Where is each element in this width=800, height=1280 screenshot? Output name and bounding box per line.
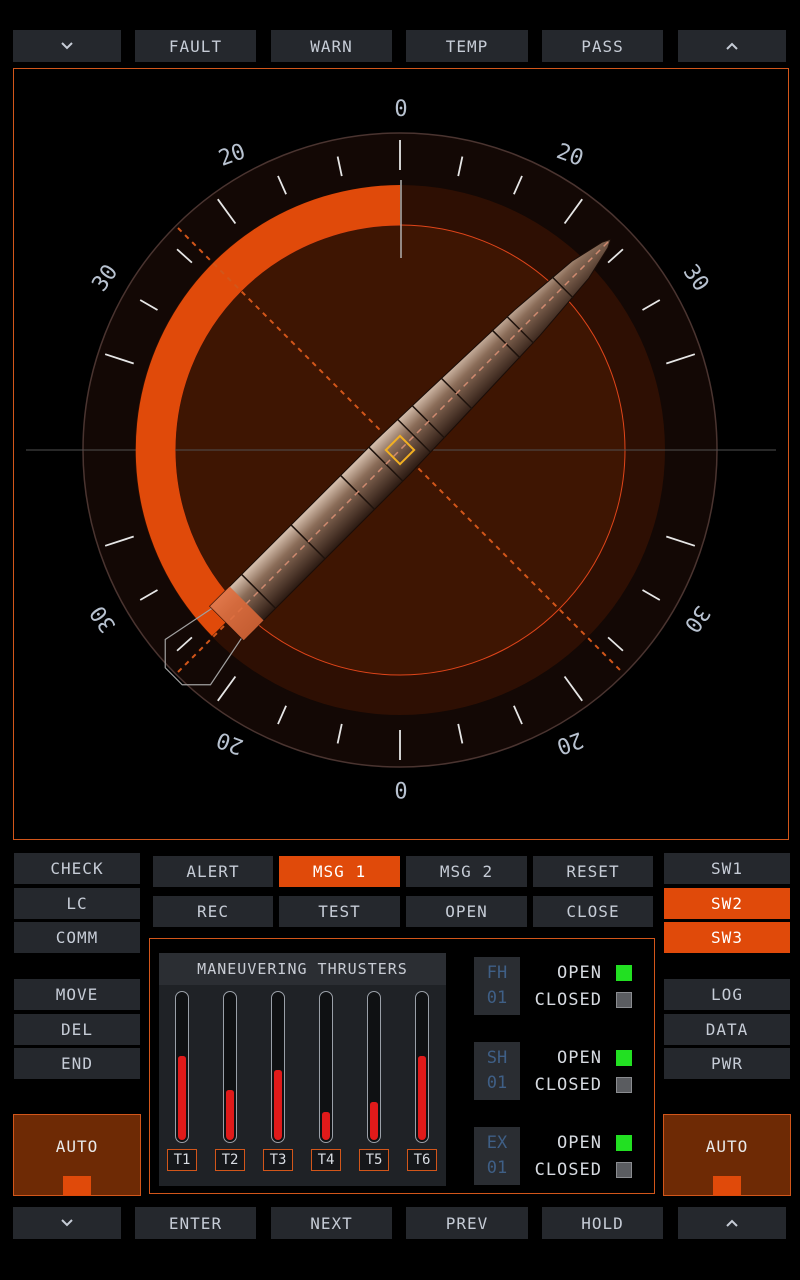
valve-fh01-open-led <box>616 965 632 981</box>
valve-ex01-closed-label: CLOSED <box>534 1160 602 1180</box>
gauge-label-20-tl: 20 <box>215 139 248 172</box>
auto-right-indicator <box>713 1176 741 1196</box>
log-button[interactable]: LOG <box>664 979 790 1010</box>
gauge-label-top: 0 <box>394 97 407 122</box>
reset-button[interactable]: RESET <box>533 856 653 887</box>
del-button[interactable]: DEL <box>14 1014 140 1045</box>
thruster-label-t1: T1 <box>167 1149 197 1171</box>
thruster-gauge-t4 <box>319 991 333 1143</box>
auto-left-button[interactable]: AUTO <box>13 1114 141 1196</box>
close-button[interactable]: CLOSE <box>533 896 653 927</box>
thruster-gauge-t3 <box>271 991 285 1143</box>
scroll-up-right-bottom-button[interactable] <box>678 1207 786 1239</box>
auto-left-indicator <box>63 1176 91 1196</box>
comm-button[interactable]: COMM <box>14 922 140 953</box>
chevron-down-icon <box>61 1219 73 1227</box>
auto-left-label: AUTO <box>55 1137 99 1156</box>
valve-ex01-open-led <box>616 1135 632 1151</box>
hold-button[interactable]: HOLD <box>542 1207 663 1239</box>
valve-ex01-closed-led <box>616 1162 632 1178</box>
sw3-button[interactable]: SW3 <box>664 922 790 953</box>
valve-sh01-closed-led <box>616 1077 632 1093</box>
thrusters-title: MANEUVERING THRUSTERS <box>159 953 446 985</box>
rec-button[interactable]: REC <box>153 896 273 927</box>
prev-button[interactable]: PREV <box>406 1207 528 1239</box>
valve-ex01-open-label: OPEN <box>557 1133 602 1153</box>
thruster-level-bar <box>370 1102 378 1140</box>
thruster-gauge-t6 <box>415 991 429 1143</box>
thruster-gauge-t5 <box>367 991 381 1143</box>
gauge-label-20-tr: 20 <box>553 139 586 172</box>
msg2-button[interactable]: MSG 2 <box>406 856 527 887</box>
attitude-gauge: 0 0 20 20 20 20 30 30 30 30 <box>26 97 776 801</box>
gauge-label-20-bl: 20 <box>213 726 246 759</box>
valve-sh01-open-label: OPEN <box>557 1048 602 1068</box>
pwr-button[interactable]: PWR <box>664 1048 790 1079</box>
sw1-button[interactable]: SW1 <box>664 853 790 884</box>
end-button[interactable]: END <box>14 1048 140 1079</box>
thruster-level-bar <box>274 1070 282 1140</box>
valve-fh01-closed-label: CLOSED <box>534 990 602 1010</box>
test-button[interactable]: TEST <box>279 896 400 927</box>
sw2-button[interactable]: SW2 <box>664 888 790 919</box>
gauge-label-30-bl: 30 <box>86 601 122 637</box>
thruster-label-t4: T4 <box>311 1149 341 1171</box>
open-button[interactable]: OPEN <box>406 896 527 927</box>
auto-right-button[interactable]: AUTO <box>663 1114 791 1196</box>
enter-button[interactable]: ENTER <box>135 1207 256 1239</box>
scroll-down-left-button[interactable] <box>13 1207 121 1239</box>
check-button[interactable]: CHECK <box>14 853 140 884</box>
move-button[interactable]: MOVE <box>14 979 140 1010</box>
msg1-button[interactable]: MSG 1 <box>279 856 400 887</box>
lc-button[interactable]: LC <box>14 888 140 919</box>
thruster-gauge-t2 <box>223 991 237 1143</box>
thruster-label-t3: T3 <box>263 1149 293 1171</box>
thruster-gauge-t1 <box>175 991 189 1143</box>
thruster-level-bar <box>226 1090 234 1140</box>
valve-fh01-closed-led <box>616 992 632 1008</box>
gauge-label-bottom: 0 <box>394 776 407 801</box>
thruster-label-t5: T5 <box>359 1149 389 1171</box>
thrusters-panel: MANEUVERING THRUSTERS T1 T2 T3 T4 T5 T6 <box>159 953 446 1186</box>
gauge-label-30-br: 30 <box>679 601 715 637</box>
thruster-label-t2: T2 <box>215 1149 245 1171</box>
valve-fh01-open-label: OPEN <box>557 963 602 983</box>
valve-sh01-open-led <box>616 1050 632 1066</box>
valve-sh01-closed-label: CLOSED <box>534 1075 602 1095</box>
gauge-label-20-br: 20 <box>553 726 586 759</box>
thruster-label-t6: T6 <box>407 1149 437 1171</box>
thruster-level-bar <box>178 1056 186 1140</box>
thruster-level-bar <box>322 1112 330 1140</box>
next-button[interactable]: NEXT <box>271 1207 392 1239</box>
gauge-label-30-tr: 30 <box>678 260 714 296</box>
chevron-up-icon <box>726 1219 738 1227</box>
thruster-level-bar <box>418 1056 426 1140</box>
data-button[interactable]: DATA <box>664 1014 790 1045</box>
gauge-label-30-tl: 30 <box>88 260 124 296</box>
auto-right-label: AUTO <box>705 1137 749 1156</box>
alert-button[interactable]: ALERT <box>153 856 273 887</box>
